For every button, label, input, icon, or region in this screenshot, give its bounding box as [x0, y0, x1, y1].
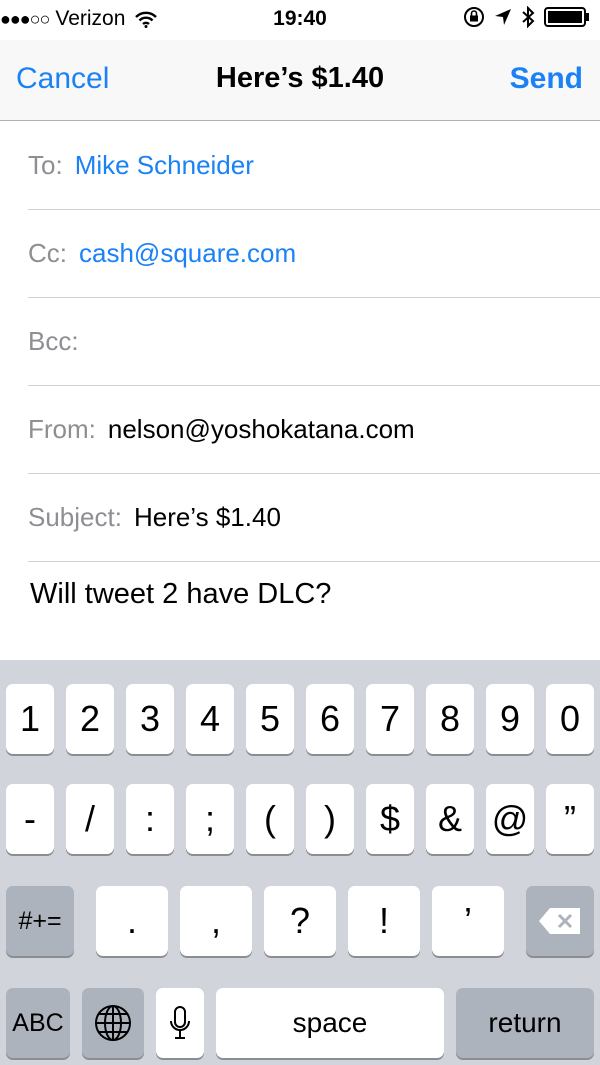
to-recipient[interactable]: Mike Schneider	[75, 150, 254, 181]
key-apostrophe[interactable]: ’	[432, 886, 504, 956]
key-hyphen[interactable]: -	[6, 784, 54, 854]
key-9[interactable]: 9	[486, 684, 534, 754]
key-question[interactable]: ?	[264, 886, 336, 956]
message-body[interactable]: Will tweet 2 have DLC?	[30, 578, 331, 611]
key-1[interactable]: 1	[6, 684, 54, 754]
cc-field[interactable]: Cc: cash@square.com	[28, 209, 600, 298]
from-label: From:	[28, 413, 96, 444]
key-dollar[interactable]: $	[366, 784, 414, 854]
key-period[interactable]: .	[96, 886, 168, 956]
key-comma[interactable]: ,	[180, 886, 252, 956]
backspace-icon	[538, 907, 582, 935]
globe-icon	[94, 1004, 132, 1042]
send-button[interactable]: Send	[510, 62, 583, 96]
cc-recipient[interactable]: cash@square.com	[79, 238, 296, 269]
key-at[interactable]: @	[486, 784, 534, 854]
status-bar: ●●●○○ Verizon 19:40	[0, 0, 600, 40]
bluetooth-icon	[521, 6, 535, 28]
battery-icon	[544, 7, 590, 27]
key-8[interactable]: 8	[426, 684, 474, 754]
cc-label: Cc:	[28, 237, 67, 268]
dictation-key[interactable]	[156, 988, 204, 1058]
key-semicolon[interactable]: ;	[186, 784, 234, 854]
subject-input[interactable]: Here’s $1.40	[134, 502, 281, 533]
keyboard: 1 2 3 4 5 6 7 8 9 0 - / : ; ( ) $ & @ ” …	[0, 660, 600, 1065]
location-arrow-icon	[494, 8, 512, 26]
compose-nav-bar: Cancel Here’s $1.40 Send	[0, 40, 600, 121]
space-key[interactable]: space	[216, 988, 444, 1058]
subject-label: Subject:	[28, 501, 122, 532]
status-icons	[463, 6, 590, 28]
key-slash[interactable]: /	[66, 784, 114, 854]
abc-key[interactable]: ABC	[6, 988, 70, 1058]
from-address[interactable]: nelson@yoshokatana.com	[108, 414, 415, 445]
key-6[interactable]: 6	[306, 684, 354, 754]
key-open-paren[interactable]: (	[246, 784, 294, 854]
key-7[interactable]: 7	[366, 684, 414, 754]
key-exclamation[interactable]: !	[348, 886, 420, 956]
backspace-key[interactable]	[526, 886, 594, 956]
bcc-label: Bcc:	[28, 325, 79, 356]
key-ampersand[interactable]: &	[426, 784, 474, 854]
key-4[interactable]: 4	[186, 684, 234, 754]
key-close-paren[interactable]: )	[306, 784, 354, 854]
key-3[interactable]: 3	[126, 684, 174, 754]
key-2[interactable]: 2	[66, 684, 114, 754]
globe-key[interactable]	[82, 988, 144, 1058]
subject-field[interactable]: Subject: Here’s $1.40	[28, 473, 600, 562]
key-colon[interactable]: :	[126, 784, 174, 854]
from-field[interactable]: From: nelson@yoshokatana.com	[28, 385, 600, 474]
key-quote[interactable]: ”	[546, 784, 594, 854]
return-key[interactable]: return	[456, 988, 594, 1058]
microphone-icon	[169, 1005, 191, 1041]
to-label: To:	[28, 149, 63, 180]
symbols-key[interactable]: #+=	[6, 886, 74, 956]
key-5[interactable]: 5	[246, 684, 294, 754]
bcc-field[interactable]: Bcc:	[28, 297, 600, 386]
to-field[interactable]: To: Mike Schneider	[28, 121, 600, 210]
key-0[interactable]: 0	[546, 684, 594, 754]
rotation-lock-icon	[463, 6, 485, 28]
